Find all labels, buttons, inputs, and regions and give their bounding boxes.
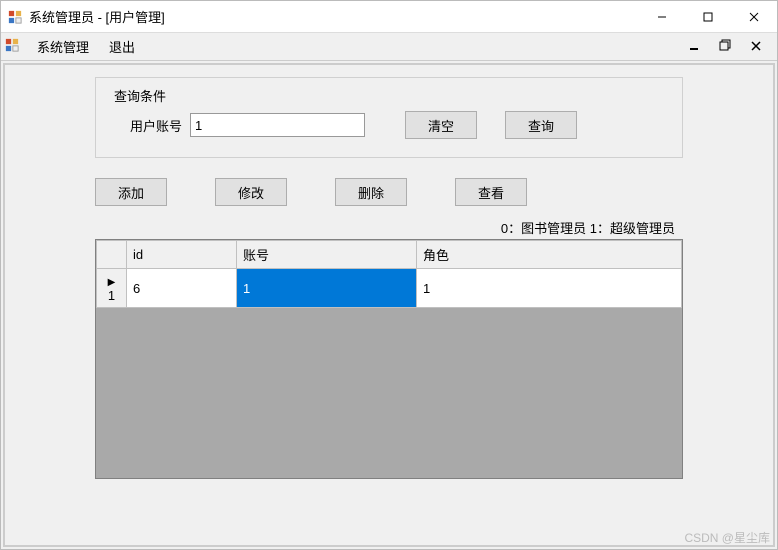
menu-exit[interactable]: 退出: [99, 33, 145, 60]
rowheader-corner: [97, 241, 127, 269]
table-row[interactable]: ▶ 1 6 1 1: [97, 269, 682, 308]
minimize-button[interactable]: [639, 1, 685, 32]
delete-button[interactable]: 删除: [335, 178, 407, 206]
mdi-controls: [685, 37, 773, 56]
menu-system-manage[interactable]: 系统管理: [27, 33, 99, 60]
mdi-close-icon[interactable]: [747, 37, 765, 56]
close-button[interactable]: [731, 1, 777, 32]
mdi-restore-icon[interactable]: [715, 37, 735, 56]
menubar: 系统管理 退出: [1, 33, 777, 61]
titlebar: 系统管理员 - [用户管理]: [1, 1, 777, 33]
cell-id[interactable]: 6: [127, 269, 237, 308]
cell-account[interactable]: 1: [237, 269, 417, 308]
col-account-header[interactable]: 账号: [237, 241, 417, 269]
account-input[interactable]: [190, 113, 365, 137]
cell-role[interactable]: 1: [417, 269, 682, 308]
grid-empty-area: [96, 308, 682, 479]
window-controls: [639, 1, 777, 32]
app-icon: [7, 9, 23, 25]
col-id-header[interactable]: id: [127, 241, 237, 269]
view-button[interactable]: 查看: [455, 178, 527, 206]
header-row: id 账号 角色: [97, 241, 682, 269]
edit-button[interactable]: 修改: [215, 178, 287, 206]
mdi-minimize-icon[interactable]: [685, 37, 703, 56]
row-number: 1: [108, 288, 115, 303]
col-role-header[interactable]: 角色: [417, 241, 682, 269]
datagrid[interactable]: id 账号 角色 ▶ 1 6 1 1: [95, 239, 683, 479]
query-row: 用户账号 清空 查询: [110, 111, 668, 139]
add-button[interactable]: 添加: [95, 178, 167, 206]
crud-row: 添加 修改 删除 查看: [95, 178, 683, 206]
query-group-title: 查询条件: [110, 86, 668, 105]
row-indicator-cell: ▶ 1: [97, 269, 127, 308]
maximize-button[interactable]: [685, 1, 731, 32]
clear-button[interactable]: 清空: [405, 111, 477, 139]
role-legend: 0：图书管理员 1：超级管理员: [95, 218, 683, 237]
query-groupbox: 查询条件 用户账号 清空 查询: [95, 77, 683, 158]
window-title: 系统管理员 - [用户管理]: [29, 7, 639, 26]
row-indicator-icon: ▶: [108, 277, 116, 288]
account-label: 用户账号: [130, 116, 182, 135]
search-button[interactable]: 查询: [505, 111, 577, 139]
client-area: 查询条件 用户账号 清空 查询 添加 修改 删除 查看 0：图书管理员 1：超级…: [3, 63, 775, 547]
main-window: 系统管理员 - [用户管理] 系统管理 退出: [0, 0, 778, 550]
menubar-app-icon: [5, 38, 19, 55]
